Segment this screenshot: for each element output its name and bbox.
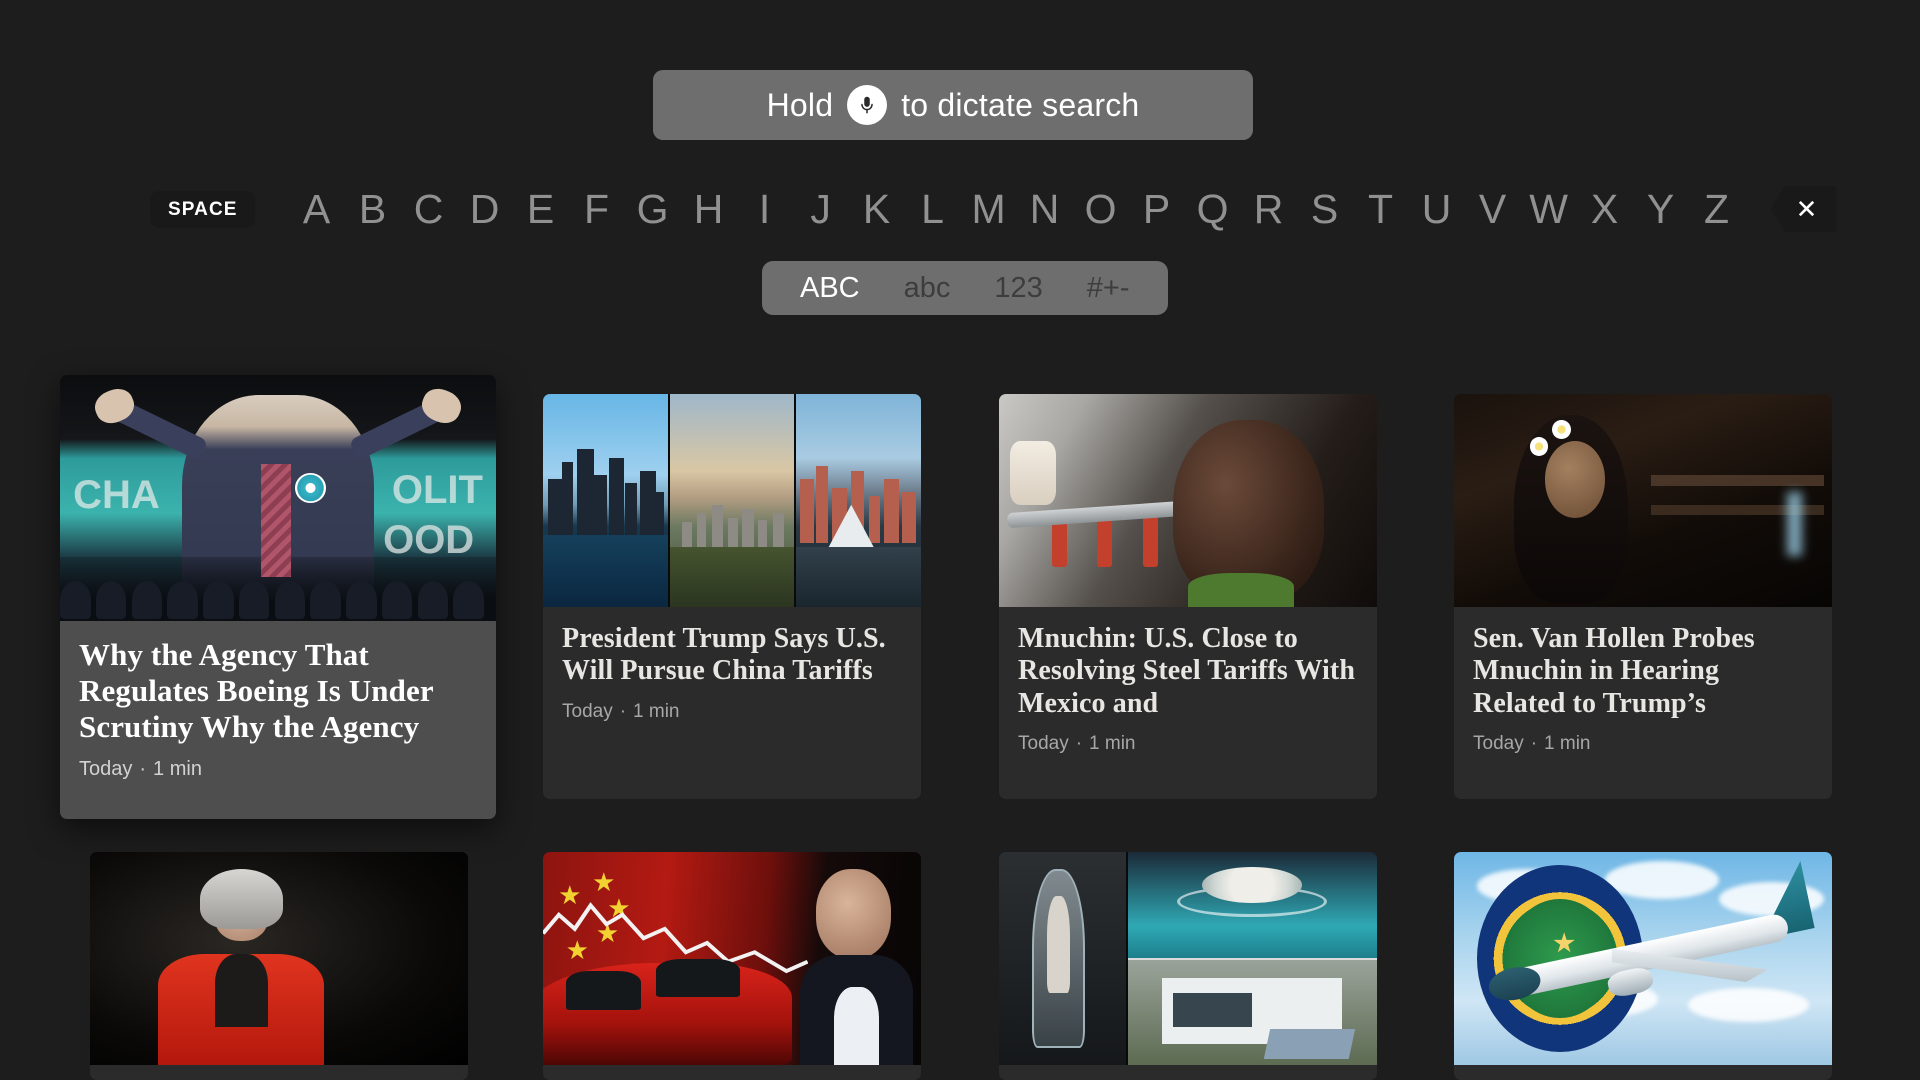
news-card-duration: 1 min bbox=[153, 757, 202, 780]
news-card-date: Today bbox=[79, 757, 133, 780]
news-card-date: Today bbox=[1473, 733, 1524, 755]
letter-key-v[interactable]: V bbox=[1465, 188, 1521, 230]
nigel-farage-rally-photo: CHA OLIT OOD bbox=[60, 375, 496, 621]
news-card-meta: President Trump Says U.S. Will Pursue Ch… bbox=[543, 607, 921, 723]
letter-key-n[interactable]: N bbox=[1017, 188, 1073, 230]
news-card-headline: Mnuchin: U.S. Close to Resolving Steel T… bbox=[1018, 623, 1356, 719]
letter-key-i[interactable]: I bbox=[737, 188, 793, 230]
news-card[interactable]: CHA OLIT OOD Why the Agency That Regulates … bbox=[60, 375, 496, 819]
news-card-separator: · bbox=[1075, 733, 1083, 755]
news-card[interactable] bbox=[999, 852, 1377, 1080]
news-card-meta: Why the Agency That Regulates Boeing Is … bbox=[60, 621, 496, 781]
news-card-meta: Mnuchin: U.S. Close to Resolving Steel T… bbox=[999, 607, 1377, 755]
letter-key-u[interactable]: U bbox=[1409, 188, 1465, 230]
letter-keys: ABCDEFGHIJKLMNOPQRSTUVWXYZ bbox=[289, 188, 1745, 230]
news-card-duration: 1 min bbox=[633, 700, 680, 722]
news-card[interactable]: Mnuchin: U.S. Close to Resolving Steel T… bbox=[999, 394, 1377, 799]
news-card-duration: 1 min bbox=[1544, 733, 1591, 755]
letter-key-w[interactable]: W bbox=[1521, 188, 1577, 230]
keyboard-mode-numbers[interactable]: 123 bbox=[972, 273, 1064, 303]
faa-boeing-logo-photo bbox=[1454, 852, 1832, 1065]
letter-key-m[interactable]: M bbox=[961, 188, 1017, 230]
letter-key-p[interactable]: P bbox=[1129, 188, 1185, 230]
news-card-subtitle: Today · 1 min bbox=[1018, 733, 1358, 755]
three-city-skyline-collage bbox=[543, 394, 921, 607]
letter-key-k[interactable]: K bbox=[849, 188, 905, 230]
space-key[interactable]: SPACE bbox=[150, 190, 255, 228]
dictate-search-bar[interactable]: Hold to dictate search bbox=[653, 70, 1253, 140]
tesla-china-flag-photo: ★ ★ ★ ★ ★ bbox=[543, 852, 921, 1065]
news-card[interactable] bbox=[1454, 852, 1832, 1080]
letter-key-q[interactable]: Q bbox=[1185, 188, 1241, 230]
letter-key-d[interactable]: D bbox=[457, 188, 513, 230]
news-card[interactable]: ★ ★ ★ ★ ★ bbox=[543, 852, 921, 1080]
news-card[interactable]: President Trump Says U.S. Will Pursue Ch… bbox=[543, 394, 921, 799]
keyboard-mode-lower[interactable]: abc bbox=[882, 273, 973, 303]
letter-key-a[interactable]: A bbox=[289, 188, 345, 230]
dictate-prefix-label: Hold bbox=[766, 86, 834, 123]
news-card-subtitle: Today · 1 min bbox=[562, 701, 902, 723]
news-card-headline: Sen. Van Hollen Probes Mnuchin in Hearin… bbox=[1473, 623, 1755, 719]
letter-key-r[interactable]: R bbox=[1241, 188, 1297, 230]
letter-key-b[interactable]: B bbox=[345, 188, 401, 230]
dictate-suffix-label: to dictate search bbox=[901, 86, 1140, 123]
news-card-subtitle: Today · 1 min bbox=[1473, 733, 1813, 755]
letter-key-t[interactable]: T bbox=[1353, 188, 1409, 230]
news-card-headline: Why the Agency That Regulates Boeing Is … bbox=[79, 637, 434, 744]
woman-in-aircraft-photo bbox=[999, 394, 1377, 607]
news-card-subtitle: Today · 1 min bbox=[79, 758, 477, 781]
microphone-icon bbox=[847, 85, 888, 125]
letter-key-e[interactable]: E bbox=[513, 188, 569, 230]
letter-key-j[interactable]: J bbox=[793, 188, 849, 230]
news-card-meta: Sen. Van Hollen Probes Mnuchin in Hearin… bbox=[1454, 607, 1832, 755]
news-card-duration: 1 min bbox=[1089, 733, 1136, 755]
news-card[interactable]: Sen. Van Hollen Probes Mnuchin in Hearin… bbox=[1454, 394, 1832, 799]
alphabet-keyboard-row: SPACE ABCDEFGHIJKLMNOPQRSTUVWXYZ ✕ bbox=[0, 178, 1920, 240]
keyboard-mode-switcher[interactable]: ABC abc 123 #+- bbox=[762, 261, 1168, 315]
elevator-house-collage bbox=[999, 852, 1377, 1065]
news-card-separator: · bbox=[619, 700, 627, 722]
news-card-date: Today bbox=[1018, 733, 1069, 755]
letter-key-f[interactable]: F bbox=[569, 188, 625, 230]
letter-key-l[interactable]: L bbox=[905, 188, 961, 230]
letter-key-s[interactable]: S bbox=[1297, 188, 1353, 230]
news-card-separator: · bbox=[1530, 733, 1538, 755]
letter-key-g[interactable]: G bbox=[625, 188, 681, 230]
letter-key-c[interactable]: C bbox=[401, 188, 457, 230]
letter-key-y[interactable]: Y bbox=[1633, 188, 1689, 230]
close-x-icon: ✕ bbox=[1795, 194, 1818, 224]
news-card-separator: · bbox=[139, 757, 147, 780]
delete-key[interactable]: ✕ bbox=[1770, 186, 1837, 232]
search-results-grid: CHA OLIT OOD Why the Agency That Regulates … bbox=[0, 375, 1920, 1080]
letter-key-z[interactable]: Z bbox=[1689, 188, 1745, 230]
keyboard-mode-upper[interactable]: ABC bbox=[778, 273, 882, 303]
news-card-date: Today bbox=[562, 700, 613, 722]
letter-key-o[interactable]: O bbox=[1073, 188, 1129, 230]
news-card-headline: President Trump Says U.S. Will Pursue Ch… bbox=[562, 623, 886, 687]
girl-with-flowers-photo bbox=[1454, 394, 1832, 607]
keyboard-mode-symbols[interactable]: #+- bbox=[1065, 273, 1152, 303]
news-card[interactable] bbox=[90, 852, 468, 1080]
letter-key-x[interactable]: X bbox=[1577, 188, 1633, 230]
theresa-may-photo bbox=[90, 852, 468, 1065]
letter-key-h[interactable]: H bbox=[681, 188, 737, 230]
